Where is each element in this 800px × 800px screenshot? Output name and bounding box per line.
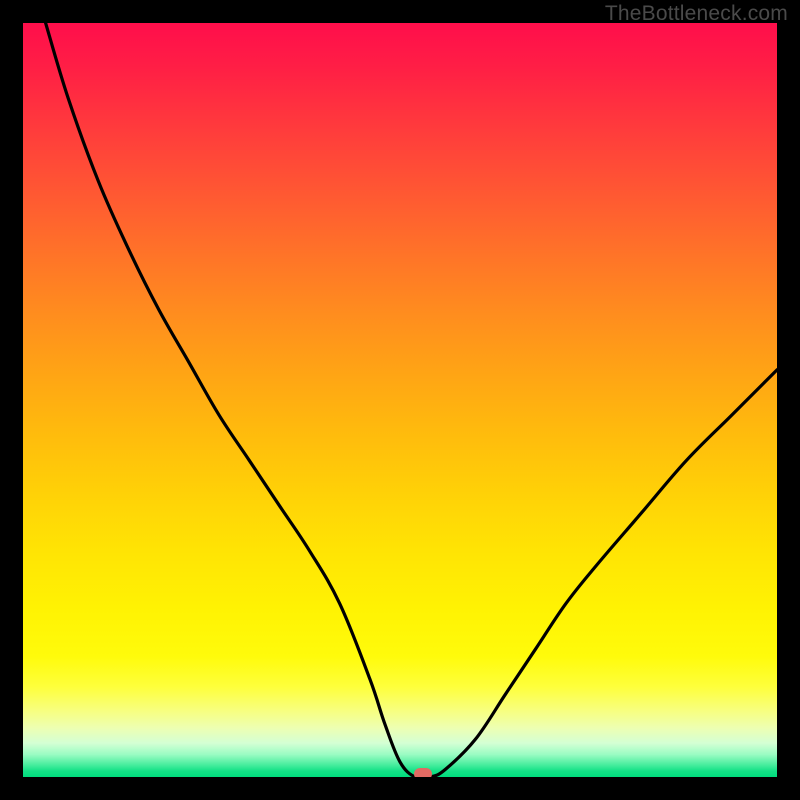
optimal-point-marker bbox=[414, 768, 432, 777]
watermark-text: TheBottleneck.com bbox=[605, 2, 788, 26]
chart-frame: TheBottleneck.com bbox=[0, 0, 800, 800]
plot-area bbox=[23, 23, 777, 777]
bottleneck-curve bbox=[23, 23, 777, 777]
